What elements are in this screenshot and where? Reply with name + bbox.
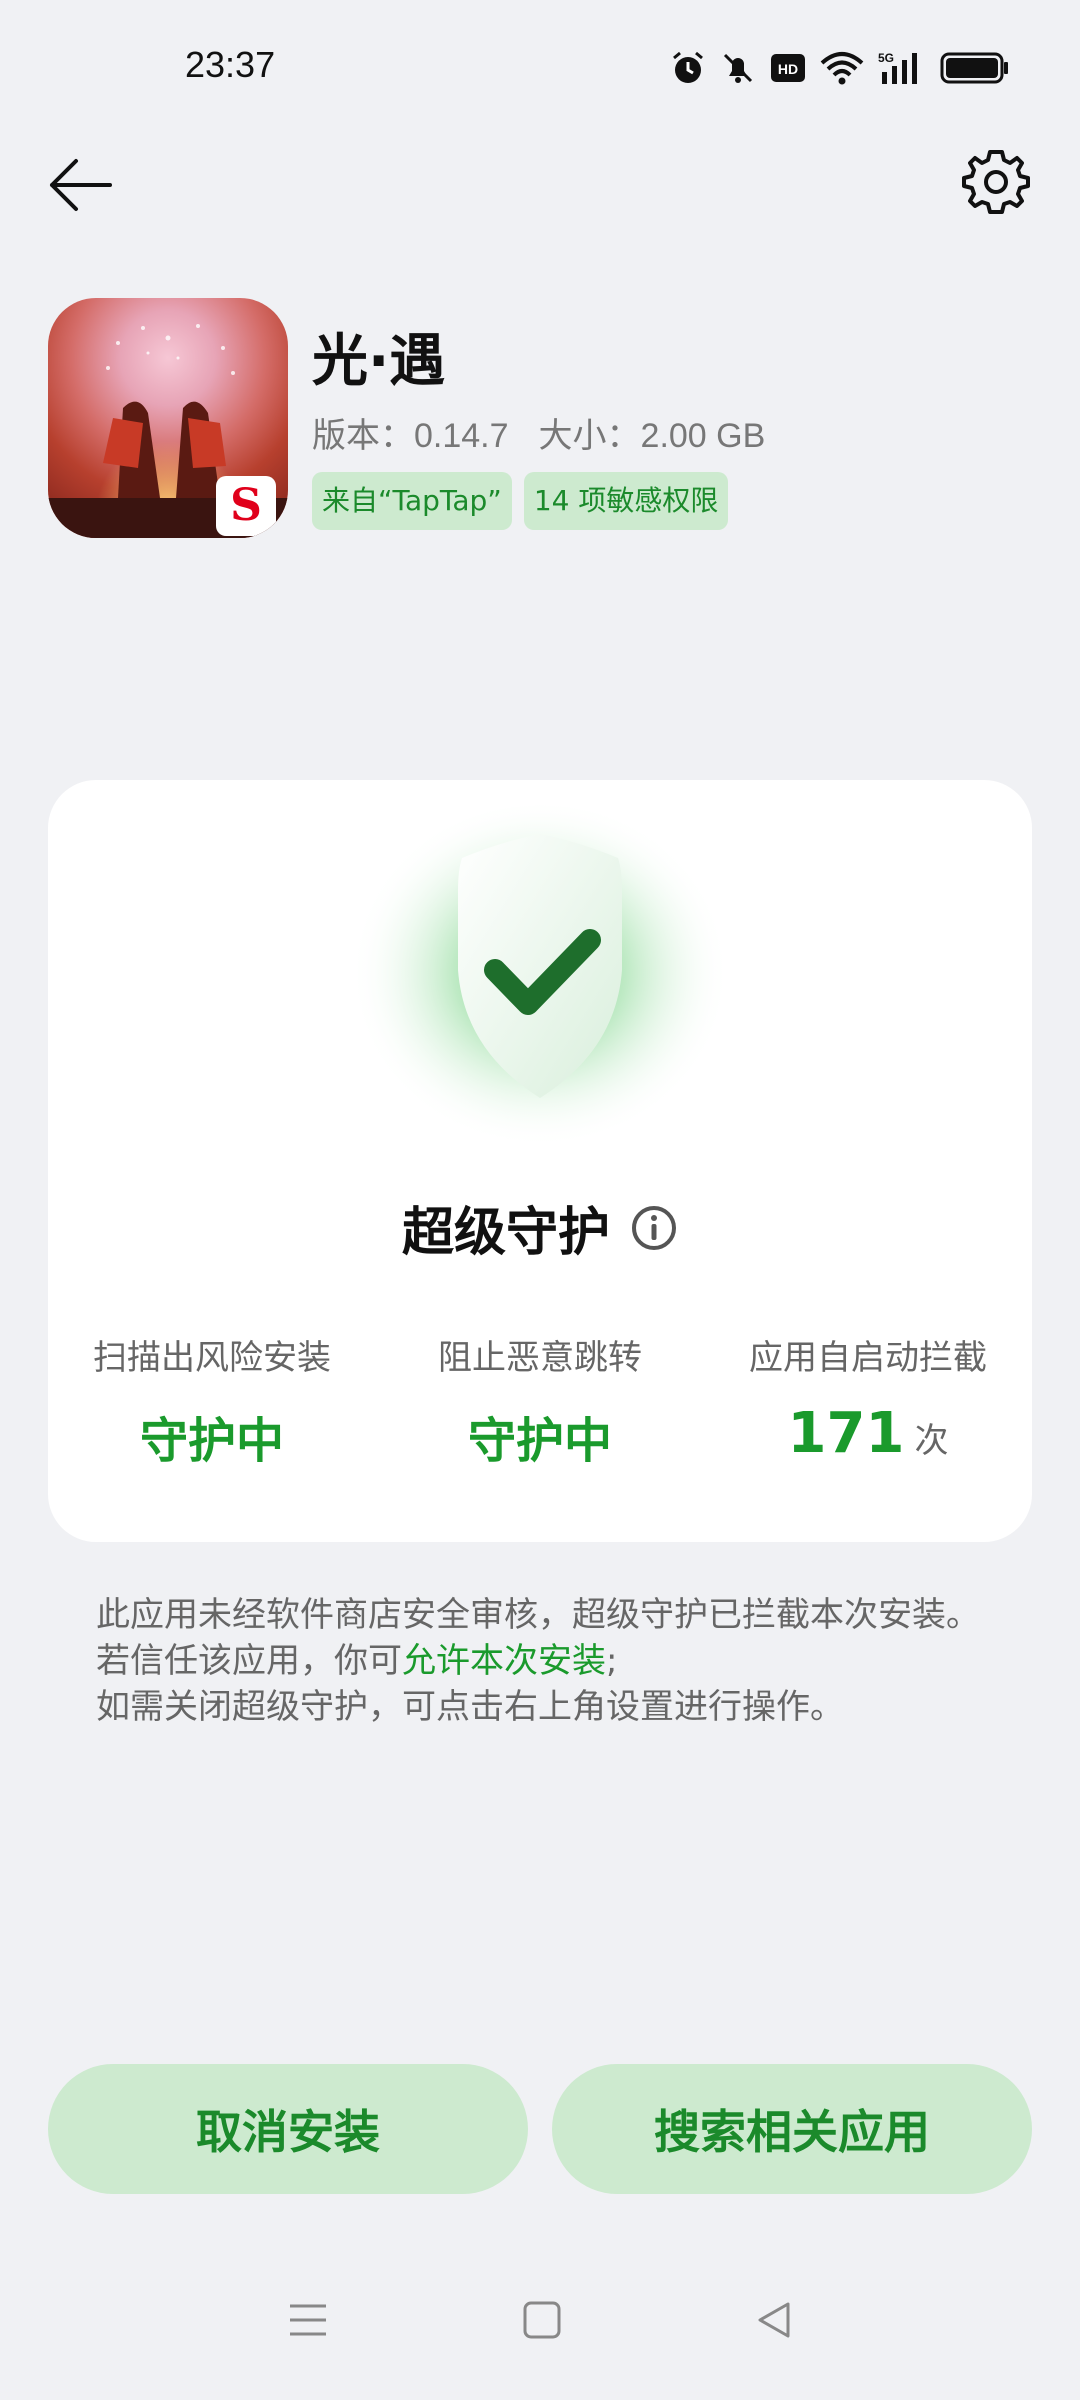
stat-unit: 次 bbox=[914, 1421, 949, 1461]
stat-label: 阻止恶意跳转 bbox=[438, 1338, 642, 1378]
allow-install-link[interactable]: 允许本次安装 bbox=[402, 1641, 606, 1681]
stat-value: 171 次 bbox=[704, 1401, 1032, 1466]
svg-text:HD: HD bbox=[778, 61, 798, 77]
app-tags: 来自“TapTap” 14 项敏感权限 bbox=[312, 472, 729, 530]
gear-icon bbox=[962, 150, 1030, 214]
permissions-tag[interactable]: 14 项敏感权限 bbox=[523, 472, 729, 530]
stat-autostart-block: 应用自启动拦截 171 次 bbox=[704, 1330, 1032, 1471]
protection-title: 超级守护 bbox=[0, 1190, 1080, 1265]
stat-count: 171 bbox=[787, 1401, 905, 1466]
description-line3: 如需关闭超级守护，可点击右上角设置进行操作。 bbox=[96, 1687, 844, 1727]
mute-icon bbox=[723, 53, 753, 83]
stat-value: 守护中 bbox=[139, 1413, 284, 1469]
stat-value: 守护中 bbox=[467, 1413, 612, 1469]
app-name: 光·遇 bbox=[312, 329, 446, 394]
back-button[interactable] bbox=[48, 150, 128, 220]
navigation-bar bbox=[0, 2300, 1080, 2340]
5g-signal-icon: 5G bbox=[878, 51, 917, 84]
description-text: 此应用未经软件商店安全审核，超级守护已拦截本次安装。若信任该应用，你可允许本次安… bbox=[96, 1592, 996, 1730]
stat-label: 扫描出风险安装 bbox=[93, 1338, 331, 1378]
battery-icon bbox=[940, 52, 1008, 84]
arrow-left-icon bbox=[50, 159, 112, 211]
cancel-install-button[interactable]: 取消安装 bbox=[48, 2064, 528, 2194]
stat-block-redirect: 阻止恶意跳转 守护中 bbox=[376, 1330, 704, 1471]
svg-text:S: S bbox=[230, 480, 262, 531]
menu-icon[interactable] bbox=[286, 2300, 330, 2340]
protection-title-text: 超级守护 bbox=[401, 1203, 610, 1263]
hd-icon: HD bbox=[771, 54, 805, 82]
status-time: 23:37 bbox=[185, 44, 276, 85]
app-size: 大小：2.00 GB bbox=[538, 417, 766, 455]
stat-label: 应用自启动拦截 bbox=[749, 1338, 987, 1378]
alarm-icon bbox=[673, 51, 703, 83]
source-tag: 来自“TapTap” bbox=[312, 472, 512, 530]
settings-button[interactable] bbox=[960, 146, 1032, 218]
app-icon: S bbox=[48, 298, 288, 538]
app-meta: 版本：0.14.7 大小：2.00 GB bbox=[312, 408, 765, 457]
search-related-apps-button[interactable]: 搜索相关应用 bbox=[552, 2064, 1032, 2194]
stat-risk-scan: 扫描出风险安装 守护中 bbox=[48, 1330, 376, 1471]
shield-icon bbox=[350, 800, 730, 1160]
description-part2: ; bbox=[606, 1641, 618, 1681]
info-icon[interactable] bbox=[630, 1204, 678, 1252]
status-icons: HD 5G bbox=[670, 50, 1010, 86]
svg-text:5G: 5G bbox=[878, 51, 894, 65]
app-version: 版本：0.14.7 bbox=[312, 417, 509, 455]
back-nav-icon[interactable] bbox=[754, 2300, 794, 2340]
home-icon[interactable] bbox=[522, 2300, 562, 2340]
protection-stats: 扫描出风险安装 守护中 阻止恶意跳转 守护中 应用自启动拦截 171 次 bbox=[48, 1330, 1032, 1471]
wifi-icon bbox=[820, 52, 864, 85]
